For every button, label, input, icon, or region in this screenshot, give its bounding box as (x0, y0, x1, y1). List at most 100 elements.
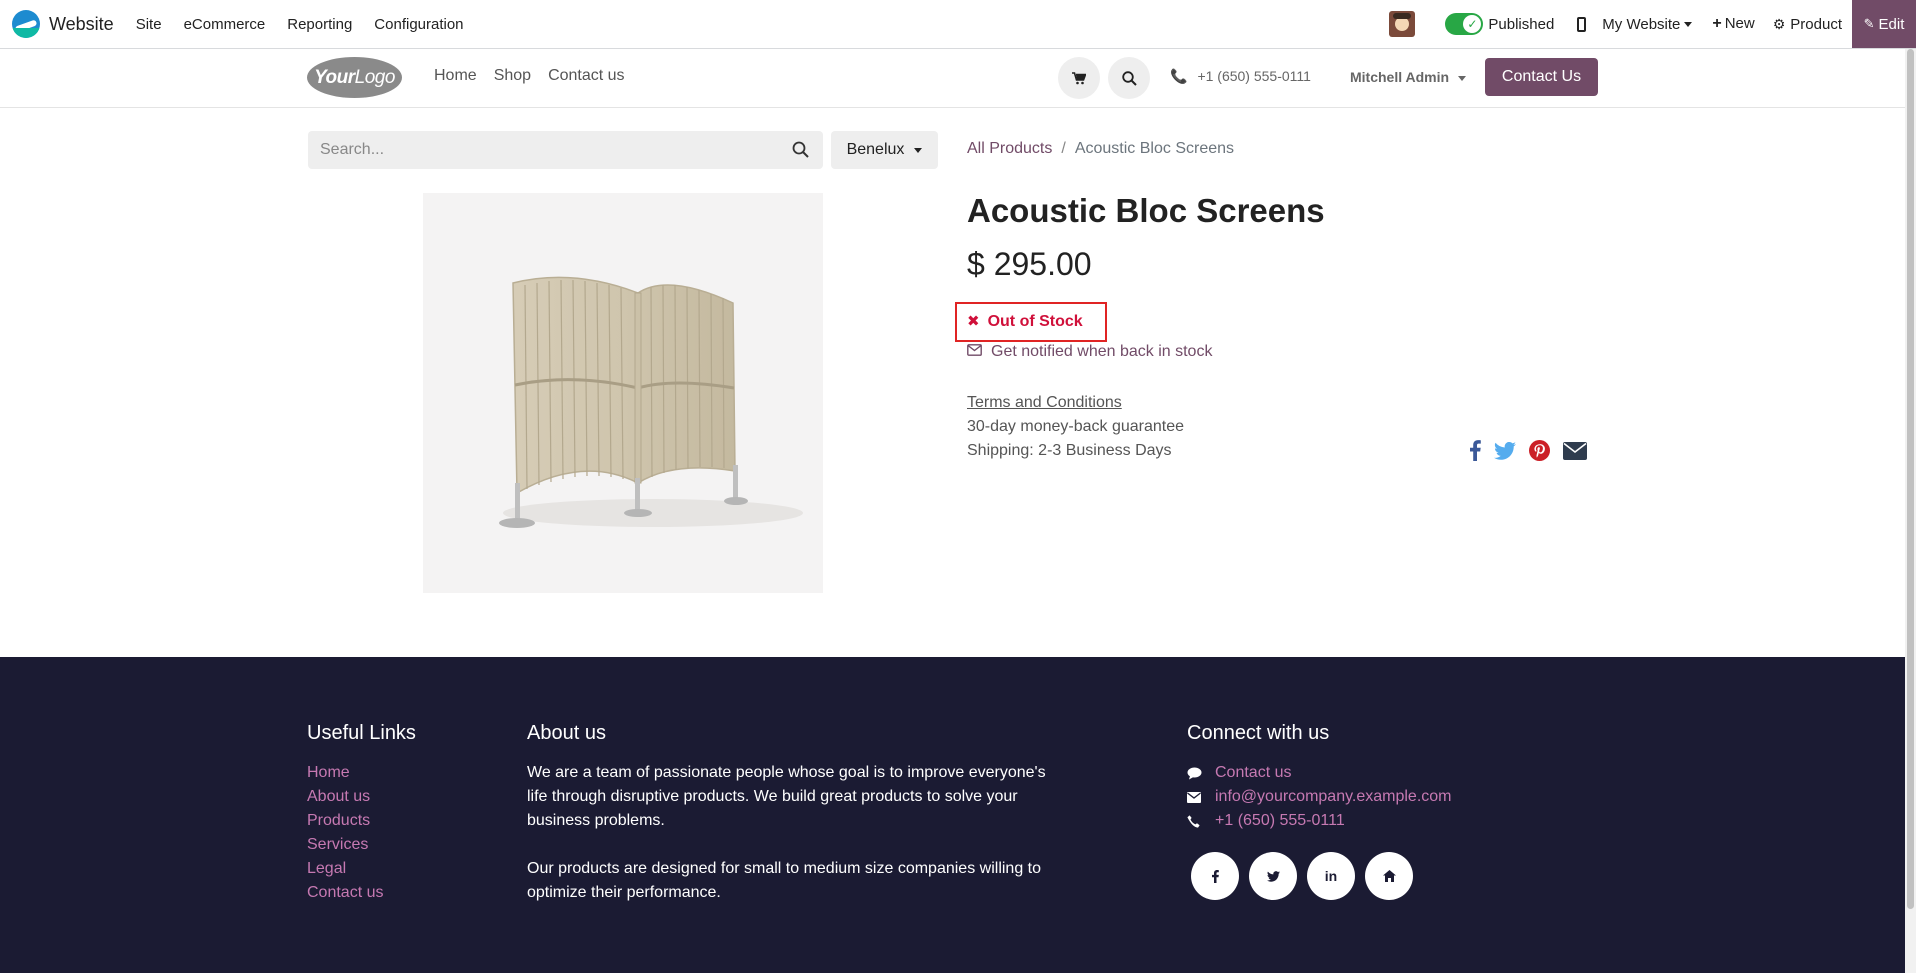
footer-contact-link: Contact us (1215, 764, 1292, 781)
site-nav: Home Shop Contact us (434, 67, 642, 85)
check-icon: ✓ (1463, 15, 1482, 33)
home-icon[interactable] (1365, 852, 1413, 900)
nav-shop[interactable]: Shop (494, 67, 531, 85)
cart-button[interactable] (1058, 57, 1100, 99)
notify-back-in-stock-link[interactable]: Get notified when back in stock (967, 343, 1212, 361)
breadcrumb-current: Acoustic Bloc Screens (1074, 140, 1235, 157)
breadcrumb-separator: / (1061, 140, 1066, 157)
footer-useful-links-title: Useful Links (307, 722, 416, 744)
stock-status-text: Out of Stock (987, 313, 1083, 330)
footer-phone-row[interactable]: +1 (650) 555-0111 (1187, 809, 1452, 833)
edit-button[interactable]: ✎ Edit (1852, 0, 1916, 48)
footer-link-contact[interactable]: Contact us (307, 881, 383, 905)
site-logo[interactable]: YourLogo (307, 57, 402, 98)
footer-social-buttons: in (1191, 852, 1423, 900)
product-title: Acoustic Bloc Screens (967, 192, 1325, 229)
page-scrollbar[interactable] (1905, 49, 1916, 973)
published-label[interactable]: Published (1488, 16, 1554, 33)
new-button[interactable]: + New (1712, 15, 1754, 33)
envelope-icon (967, 343, 982, 361)
share-buttons (1470, 440, 1600, 461)
cart-icon (1072, 71, 1086, 84)
footer-about-title: About us (527, 722, 606, 744)
website-app-icon (12, 10, 40, 38)
footer-about-paragraph-2: Our products are designed for small to m… (527, 860, 1042, 901)
search-icon[interactable] (792, 141, 809, 163)
pinterest-icon[interactable] (1529, 440, 1550, 461)
twitter-icon[interactable] (1249, 852, 1297, 900)
footer-about-paragraph-1: We are a team of passionate people whose… (527, 764, 1046, 829)
footer-link-legal[interactable]: Legal (307, 857, 383, 881)
publish-toggle[interactable]: ✓ (1445, 13, 1484, 35)
breadcrumb-all-products[interactable]: All Products (967, 140, 1052, 157)
terms-link[interactable]: Terms and Conditions (967, 394, 1122, 412)
gear-icon: ⚙ (1772, 15, 1786, 32)
product-price: $ 295.00 (967, 246, 1092, 282)
contact-us-button[interactable]: Contact Us (1485, 58, 1598, 96)
plus-icon: + (1712, 15, 1722, 32)
nav-home[interactable]: Home (434, 67, 477, 85)
footer-link-home[interactable]: Home (307, 761, 383, 785)
caret-down-icon (914, 147, 923, 153)
website-switcher-label: My Website (1602, 15, 1681, 33)
phone-icon (1187, 814, 1215, 828)
website-switcher[interactable]: My Website (1602, 15, 1693, 33)
header-phone[interactable]: 📞 +1 (650) 555-0111 (1170, 68, 1311, 85)
user-avatar[interactable] (1389, 11, 1416, 37)
breadcrumb: All Products / Acoustic Bloc Screens (967, 140, 1234, 158)
admin-menu-configuration[interactable]: Configuration (374, 16, 463, 33)
shipping-text: Shipping: 2-3 Business Days (967, 442, 1172, 459)
footer-about-text: We are a team of passionate people whose… (527, 761, 1057, 905)
footer-connect: Contact us info@yourcompany.example.com … (1187, 761, 1452, 833)
admin-right-controls: ✓ Published My Website + New ⚙ Product ✎ Ed… (1389, 0, 1916, 48)
footer-email-link: info@yourcompany.example.com (1215, 788, 1452, 805)
admin-menu: Site eCommerce Reporting Configuration (136, 16, 486, 33)
search-input[interactable] (308, 131, 768, 169)
envelope-icon[interactable] (1563, 441, 1587, 460)
product-settings-button[interactable]: ⚙ Product (1773, 16, 1842, 33)
logo-text: Logo (354, 67, 396, 88)
facebook-icon[interactable] (1191, 852, 1239, 900)
footer-link-about[interactable]: About us (307, 785, 383, 809)
pricelist-dropdown[interactable]: Benelux (831, 131, 938, 169)
admin-navbar: Website Site eCommerce Reporting Configu… (0, 0, 1916, 49)
linkedin-icon[interactable]: in (1307, 852, 1355, 900)
search-icon (1121, 70, 1137, 86)
footer-link-services[interactable]: Services (307, 833, 383, 857)
footer-email-row[interactable]: info@yourcompany.example.com (1187, 785, 1452, 809)
header-search-button[interactable] (1108, 57, 1150, 99)
footer-link-products[interactable]: Products (307, 809, 383, 833)
comment-icon (1187, 767, 1215, 780)
website-app-brand[interactable]: Website (12, 10, 114, 38)
caret-down-icon (1458, 75, 1467, 81)
envelope-icon (1187, 791, 1215, 803)
edit-label: Edit (1878, 15, 1905, 33)
product-image[interactable] (423, 193, 823, 593)
pricelist-label: Benelux (846, 141, 905, 158)
twitter-icon[interactable] (1494, 441, 1516, 460)
admin-menu-site[interactable]: Site (136, 16, 162, 33)
notify-label: Get notified when back in stock (991, 343, 1213, 360)
pencil-icon: ✎ (1863, 16, 1875, 31)
footer-contact-row[interactable]: Contact us (1187, 761, 1452, 785)
footer-phone-link: +1 (650) 555-0111 (1215, 812, 1345, 829)
product-search (308, 131, 823, 169)
user-name: Mitchell Admin (1350, 69, 1450, 85)
admin-menu-ecommerce[interactable]: eCommerce (184, 16, 266, 33)
product-label: Product (1790, 15, 1842, 33)
caret-down-icon (1684, 22, 1693, 28)
nav-contact[interactable]: Contact us (548, 67, 624, 85)
footer-connect-title: Connect with us (1187, 722, 1330, 744)
guarantee-text: 30-day money-back guarantee (967, 418, 1185, 435)
acoustic-screen-illustration (499, 276, 803, 528)
mobile-preview-icon[interactable] (1577, 16, 1587, 32)
site-footer: Useful Links Home About us Products Serv… (0, 657, 1905, 973)
phone-icon: 📞 (1170, 68, 1188, 84)
admin-menu-reporting[interactable]: Reporting (287, 16, 352, 33)
scrollbar-thumb[interactable] (1907, 49, 1914, 909)
app-name: Website (49, 13, 114, 34)
facebook-icon[interactable] (1470, 440, 1481, 461)
site-header: YourLogo Home Shop Contact us 📞 +1 (650) … (0, 49, 1905, 108)
user-dropdown[interactable]: Mitchell Admin (1350, 69, 1467, 85)
new-label: New (1724, 15, 1755, 32)
